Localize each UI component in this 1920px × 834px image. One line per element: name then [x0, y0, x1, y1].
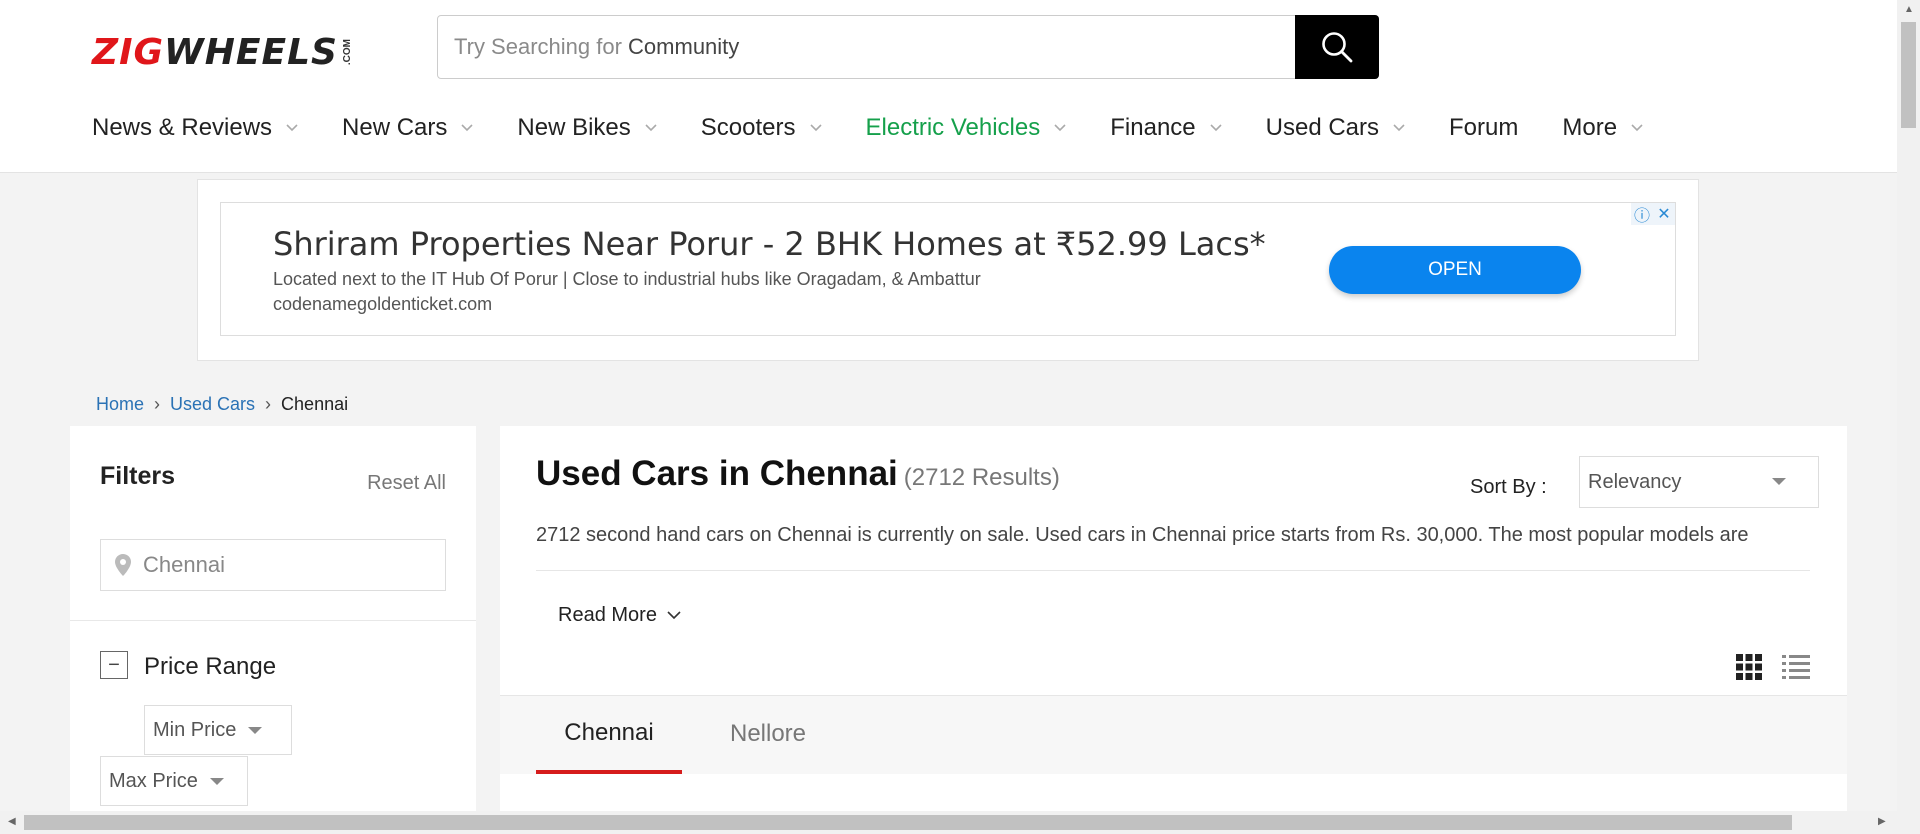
nav-item-used-cars[interactable]: Used Cars — [1266, 114, 1405, 142]
scroll-left-arrow-icon[interactable]: ◀ — [8, 816, 16, 827]
chevron-down-icon — [645, 124, 657, 132]
zigwheels-logo[interactable]: ZIGWHEELS .COM — [92, 30, 372, 74]
results-count: (2712 Results) — [903, 464, 1060, 491]
horizontal-scrollbar[interactable]: ◀ ▶ — [0, 811, 1897, 834]
chevron-down-icon — [1631, 124, 1643, 132]
caret-down-icon — [209, 777, 224, 785]
nav-label: Electric Vehicles — [865, 114, 1041, 141]
chevron-down-icon — [809, 124, 822, 132]
ad-title[interactable]: Shriram Properties Near Porur - 2 BHK Ho… — [273, 225, 1266, 263]
nav-label: More — [1562, 114, 1618, 141]
ad-banner: Shriram Properties Near Porur - 2 BHK Ho… — [197, 179, 1699, 361]
nav-item-finance[interactable]: Finance — [1110, 114, 1222, 142]
nav-label: New Bikes — [517, 114, 631, 141]
location-value: Chennai — [143, 552, 225, 577]
nav-item-forum[interactable]: Forum — [1449, 114, 1518, 142]
ad-description: Located next to the IT Hub Of Porur | Cl… — [273, 269, 981, 289]
max-price-select[interactable]: Max Price — [100, 756, 248, 806]
ad-info-icon[interactable]: ⓘ — [1631, 203, 1653, 225]
page-title: Used Cars in Chennai (2712 Results) — [536, 454, 1060, 494]
chevron-down-icon — [667, 611, 681, 620]
chevron-down-icon — [461, 124, 473, 132]
nav-item-electric-vehicles[interactable]: Electric Vehicles — [866, 114, 1067, 142]
ad-close-icon[interactable]: ✕ — [1653, 203, 1675, 225]
sort-select[interactable]: Relevancy — [1579, 456, 1819, 508]
ad-domain: codenamegoldenticket.com — [273, 294, 493, 314]
price-range-label: Price Range — [144, 653, 277, 680]
nav-label: Forum — [1449, 114, 1519, 141]
search-icon — [1322, 32, 1353, 63]
read-more-label: Read More — [558, 604, 657, 626]
tab-label: Nellore — [729, 720, 807, 747]
horizontal-scroll-thumb[interactable] — [24, 815, 1792, 830]
location-pin-icon — [115, 554, 131, 576]
search-input[interactable]: Try Searching for Community — [454, 34, 739, 60]
max-price-label: Max Price — [109, 769, 198, 792]
description-divider — [536, 570, 1810, 571]
filters-title: Filters — [100, 462, 176, 490]
search-placeholder-prefix: Try Searching for — [454, 34, 622, 59]
results-description: 2712 second hand cars on Chennai is curr… — [536, 524, 1749, 546]
breadcrumb-current: Chennai — [281, 394, 349, 414]
tab-nellore[interactable]: Nellore — [713, 696, 823, 772]
nav-label: New Cars — [342, 114, 448, 141]
scroll-up-arrow-icon[interactable]: ▲ — [1904, 4, 1914, 15]
location-input[interactable]: Chennai — [100, 539, 446, 591]
price-range-toggle[interactable]: − — [100, 651, 128, 679]
sort-by-label: Sort By : — [1470, 476, 1547, 498]
page-title-text: Used Cars in Chennai — [536, 454, 898, 493]
read-more-button[interactable]: Read More — [558, 604, 681, 627]
chevron-down-icon — [1210, 124, 1222, 132]
nav-label: Finance — [1110, 114, 1196, 141]
breadcrumb-used-cars[interactable]: Used Cars — [170, 394, 255, 415]
nav-item-new-cars[interactable]: New Cars — [342, 114, 473, 142]
caret-down-icon — [1772, 478, 1786, 485]
nav-label: Used Cars — [1265, 114, 1380, 141]
filters-divider — [70, 620, 476, 621]
breadcrumb-separator: › — [265, 394, 272, 414]
tab-label: Chennai — [564, 719, 654, 746]
breadcrumb: Home › Used Cars › Chennai — [96, 394, 348, 415]
logo-com-text: .COM — [341, 38, 353, 66]
breadcrumb-separator: › — [154, 394, 161, 414]
sort-value: Relevancy — [1588, 470, 1682, 493]
nav-item-new-bikes[interactable]: New Bikes — [517, 114, 657, 142]
chevron-down-icon — [1054, 124, 1066, 132]
nav-label: News & Reviews — [92, 114, 273, 141]
ad-open-button[interactable]: OPEN — [1329, 246, 1581, 294]
nav-label: Scooters — [700, 114, 796, 141]
results-panel: Used Cars in Chennai (2712 Results) Sort … — [500, 426, 1847, 834]
tab-chennai[interactable]: Chennai — [536, 696, 682, 774]
nav-item-news-reviews[interactable]: News & Reviews — [92, 114, 298, 142]
main-nav: News & Reviews New Cars New Bikes Scoote… — [92, 108, 1687, 148]
caret-down-icon — [248, 726, 263, 734]
search-placeholder-keyword: Community — [628, 34, 740, 59]
vertical-scroll-thumb[interactable] — [1901, 22, 1916, 128]
filters-panel: Filters Reset All Chennai − Price Range … — [70, 426, 476, 834]
site-header: ZIGWHEELS .COM Try Searching for Communi… — [0, 0, 1897, 173]
breadcrumb-home[interactable]: Home — [96, 394, 144, 415]
grid-view-icon[interactable] — [1736, 654, 1762, 680]
ad-controls: ⓘ ✕ — [1631, 203, 1675, 225]
search-bar[interactable]: Try Searching for Community — [437, 15, 1379, 79]
nav-item-more[interactable]: More — [1562, 114, 1643, 142]
logo-zig-text: ZIG — [92, 31, 165, 73]
logo-wheels-text: WHEELS — [164, 31, 338, 73]
city-tabs: Chennai Nellore — [500, 695, 1847, 774]
nav-item-scooters[interactable]: Scooters — [701, 114, 822, 142]
chevron-down-icon — [286, 124, 298, 132]
search-button[interactable] — [1295, 15, 1379, 79]
vertical-scrollbar[interactable]: ▲ — [1897, 0, 1920, 834]
min-price-select[interactable]: Min Price — [144, 705, 292, 755]
min-price-label: Min Price — [153, 718, 237, 741]
reset-all-button[interactable]: Reset All — [367, 472, 446, 495]
chevron-down-icon — [1393, 124, 1405, 132]
scroll-right-arrow-icon[interactable]: ▶ — [1878, 816, 1886, 827]
list-view-icon[interactable] — [1782, 654, 1810, 680]
ad-content[interactable]: Shriram Properties Near Porur - 2 BHK Ho… — [220, 202, 1676, 336]
